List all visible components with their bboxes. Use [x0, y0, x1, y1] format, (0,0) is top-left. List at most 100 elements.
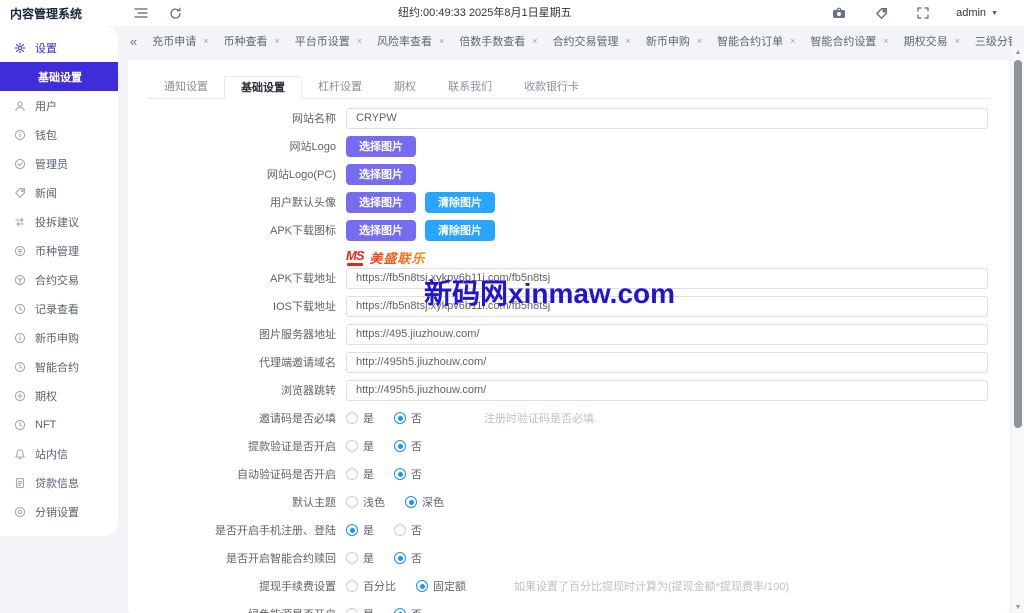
- close-icon[interactable]: ×: [955, 36, 960, 46]
- phone-register-no-radio[interactable]: 否: [394, 522, 422, 538]
- bell-icon: [15, 448, 25, 459]
- sidebar-item-wallet[interactable]: 钱包: [0, 120, 118, 149]
- withdraw-verify-no-radio[interactable]: 否: [394, 438, 422, 454]
- tab-smart-contract-orders[interactable]: 智能合约订单 ×: [717, 33, 795, 49]
- site-name-input[interactable]: [346, 107, 988, 129]
- tabs-scroll-left-icon[interactable]: «: [130, 34, 137, 49]
- sidebar-item-new-coin[interactable]: 新币申购: [0, 323, 118, 352]
- sidebar-item-contract-trading[interactable]: 合约交易: [0, 265, 118, 294]
- tab-risk-rate[interactable]: 风险率查看 ×: [377, 33, 444, 49]
- scrollbar-thumb[interactable]: [1014, 60, 1022, 428]
- form-row: 浏览器跳转: [128, 379, 1010, 401]
- close-icon[interactable]: ×: [697, 36, 702, 46]
- agent-domain-input[interactable]: [346, 351, 988, 373]
- form-row: 图片服务器地址: [128, 323, 1010, 345]
- close-icon[interactable]: ×: [357, 36, 362, 46]
- sidebar-item-news[interactable]: 新闻: [0, 178, 118, 207]
- close-icon[interactable]: ×: [439, 36, 444, 46]
- radio-icon: [394, 552, 406, 564]
- site-logo-label: 网站Logo: [289, 141, 336, 153]
- close-icon[interactable]: ×: [203, 36, 208, 46]
- sidebar-item-feedback[interactable]: 投拆建议: [0, 207, 118, 236]
- green-energy-no-radio[interactable]: 否: [394, 606, 422, 613]
- phone-register-label: 是否开启手机注册、登陆: [215, 525, 336, 537]
- tab-smart-contract-settings[interactable]: 智能合约设置 ×: [810, 33, 888, 49]
- browser-redirect-label: 浏览器跳转: [281, 385, 336, 397]
- close-icon[interactable]: ×: [275, 36, 280, 46]
- camera-icon[interactable]: [830, 4, 848, 22]
- invite-required-yes-radio[interactable]: 是: [346, 410, 374, 426]
- tab-coin-view[interactable]: 币种查看 ×: [224, 33, 280, 49]
- coin-icon: [14, 245, 26, 256]
- choose-image-button[interactable]: 选择图片: [346, 191, 416, 213]
- document-icon: [15, 477, 25, 488]
- choose-image-button[interactable]: 选择图片: [346, 219, 416, 241]
- apk-url-input[interactable]: [346, 267, 988, 289]
- withdraw-verify-yes-radio[interactable]: 是: [346, 438, 374, 454]
- fullscreen-icon[interactable]: [914, 4, 932, 22]
- close-icon[interactable]: ×: [883, 36, 888, 46]
- tab-notification-settings[interactable]: 通知设置: [148, 76, 224, 98]
- tab-multiplier-lots[interactable]: 倍数手数查看 ×: [459, 33, 537, 49]
- phone-register-yes-radio[interactable]: 是: [346, 522, 374, 538]
- browser-redirect-input[interactable]: [346, 379, 988, 401]
- admin-dropdown[interactable]: admin ▼: [956, 7, 998, 19]
- tab-bank-cards[interactable]: 收款银行卡: [508, 76, 595, 98]
- tab-contract-trade-mgmt[interactable]: 合约交易管理 ×: [553, 33, 631, 49]
- tab-leverage-settings[interactable]: 杠杆设置: [302, 76, 378, 98]
- sidebar-item-admins[interactable]: 管理员: [0, 149, 118, 178]
- tab-deposit-request[interactable]: 充币申请 ×: [152, 33, 208, 49]
- radio-icon: [394, 440, 406, 452]
- smart-redeem-no-radio[interactable]: 否: [394, 550, 422, 566]
- collapse-sidebar-icon[interactable]: [132, 4, 150, 22]
- sidebar-item-loan-info[interactable]: 贷款信息: [0, 468, 118, 497]
- invite-required-no-radio[interactable]: 否: [394, 410, 422, 426]
- choose-image-button[interactable]: 选择图片: [346, 135, 416, 157]
- ios-url-input[interactable]: [346, 295, 988, 317]
- close-icon[interactable]: ×: [532, 36, 537, 46]
- smart-redeem-yes-radio[interactable]: 是: [346, 550, 374, 566]
- sidebar-item-settings[interactable]: 设置: [0, 33, 118, 62]
- tab-contact-us[interactable]: 联系我们: [432, 76, 508, 98]
- sidebar-item-smart-contract[interactable]: 智能合约: [0, 352, 118, 381]
- sidebar-item-records[interactable]: 记录查看: [0, 294, 118, 323]
- theme-dark-radio[interactable]: 深色: [405, 494, 444, 510]
- sidebar-item-users[interactable]: 用户: [0, 91, 118, 120]
- ios-url-label: IOS下载地址: [273, 301, 336, 313]
- green-energy-yes-radio[interactable]: 是: [346, 606, 374, 613]
- choose-image-button[interactable]: 选择图片: [346, 163, 416, 185]
- options-clock-icon: [14, 390, 26, 401]
- withdraw-fee-percent-radio[interactable]: 百分比: [346, 578, 396, 594]
- auto-captcha-yes-radio[interactable]: 是: [346, 466, 374, 482]
- sidebar-item-messages[interactable]: 站内信: [0, 439, 118, 468]
- auto-captcha-no-radio[interactable]: 否: [394, 466, 422, 482]
- tab-basic-settings[interactable]: 基础设置: [224, 76, 302, 99]
- tab-options-trading[interactable]: 期权交易 ×: [904, 33, 960, 49]
- tab-options[interactable]: 期权: [378, 76, 432, 98]
- nft-clock-icon: [14, 419, 26, 430]
- clear-image-button[interactable]: 清除图片: [425, 191, 495, 213]
- tab-three-level-distribution[interactable]: 三级分销活动×: [975, 33, 1012, 49]
- sidebar-item-options[interactable]: 期权: [0, 381, 118, 410]
- refresh-icon[interactable]: [166, 4, 184, 22]
- sidebar-item-distribution[interactable]: 分销设置: [0, 497, 118, 526]
- withdraw-fee-fixed-radio[interactable]: 固定额: [416, 578, 466, 594]
- tab-platform-coin[interactable]: 平台币设置 ×: [295, 33, 362, 49]
- radio-icon: [346, 412, 358, 424]
- form-row: IOS下载地址: [128, 295, 1010, 317]
- radio-icon: [346, 496, 358, 508]
- sidebar-item-coin-management[interactable]: 币种管理: [0, 236, 118, 265]
- scroll-down-icon[interactable]: ▼: [1015, 603, 1022, 613]
- sidebar-item-nft[interactable]: NFT: [0, 410, 118, 439]
- image-server-input[interactable]: [346, 323, 988, 345]
- scroll-up-icon[interactable]: ▲: [1015, 48, 1022, 58]
- vertical-scrollbar[interactable]: ▲ ▼: [1012, 48, 1024, 613]
- close-icon[interactable]: ×: [626, 36, 631, 46]
- sidebar-item-basic-settings[interactable]: 基础设置: [0, 62, 118, 91]
- theme-light-radio[interactable]: 浅色: [346, 494, 385, 510]
- form-row: 邀请码是否必填 是 否 注册时验证码是否必填: [128, 408, 1010, 428]
- close-icon[interactable]: ×: [790, 36, 795, 46]
- clear-image-button[interactable]: 清除图片: [425, 219, 495, 241]
- tag-icon[interactable]: [872, 4, 890, 22]
- tab-new-coin[interactable]: 新币申购 ×: [646, 33, 702, 49]
